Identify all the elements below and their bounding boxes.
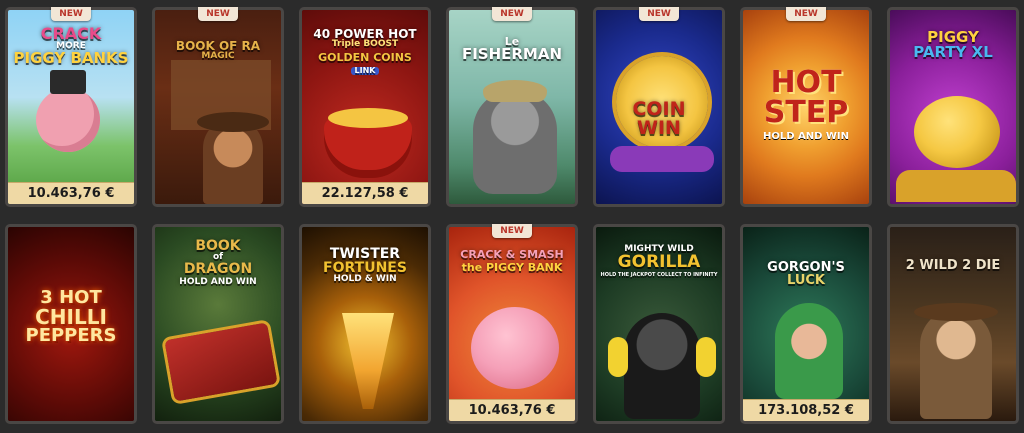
pig-character-illustration (36, 88, 100, 152)
game-title: CRACK MORE PIGGY BANKS (12, 26, 130, 66)
game-title-line: CRACK & SMASH (460, 248, 564, 261)
gorilla-character-illustration (624, 313, 700, 419)
game-title-line: CHILLI (35, 305, 107, 329)
new-badge: NEW (492, 224, 532, 238)
game-tile-mighty-wild-gorilla[interactable]: MIGHTY WILD GORILLA HOLD THE JACKPOT COL… (593, 224, 725, 424)
pink-piggy-bank-illustration (471, 307, 559, 389)
game-title-line: GOLDEN COINS (318, 51, 412, 64)
golden-tornado-illustration (342, 313, 394, 409)
game-grid: CRACK MORE PIGGY BANKS 10.463,76 € NEW B… (0, 0, 1024, 433)
game-title-line: HOLD AND WIN (762, 131, 850, 142)
game-title: TWISTER FORTUNES HOLD & WIN (306, 247, 424, 284)
game-title: 3 HOT CHILLI PEPPERS (12, 289, 130, 345)
game-title-line: HOLD & WIN (333, 274, 397, 284)
game-title-line: CRACK (40, 24, 102, 43)
game-title: 40 POWER HOT Triple BOOST GOLDEN COINS L… (306, 28, 424, 75)
fisherman-hat-illustration (483, 80, 547, 102)
game-tile-2-wild-2-die[interactable]: 2 WILD 2 DIE (887, 224, 1019, 424)
game-tile-coin-win[interactable]: COIN WIN (593, 7, 725, 207)
game-title: CRACK & SMASH the PIGGY BANK (453, 249, 571, 273)
game-title-line: TWISTER (329, 246, 401, 262)
purple-grapes-illustration (610, 146, 714, 172)
game-title: BOOK of DRAGON HOLD AND WIN (159, 239, 277, 287)
top-hat-illustration (50, 70, 86, 94)
game-title: 2 WILD 2 DIE (894, 259, 1012, 272)
game-title-line: HOLD THE JACKPOT COLLECT TO INFINITY (600, 272, 718, 278)
new-badge: NEW (198, 7, 238, 21)
banana-illustration (608, 337, 628, 377)
game-tile-3-hot-chilli-peppers[interactable]: 3 HOT CHILLI PEPPERS (5, 224, 137, 424)
gorgon-character-illustration (775, 303, 843, 399)
game-title-line: 2 WILD 2 DIE (905, 258, 1001, 273)
game-title-line: WIN (637, 117, 681, 139)
jackpot-amount: 22.127,58 € (302, 182, 428, 204)
game-artwork (890, 227, 1016, 421)
game-tile-book-of-dragon[interactable]: BOOK of DRAGON HOLD AND WIN (152, 224, 284, 424)
gold-coins-illustration (896, 170, 1016, 202)
game-title: GORGON'S LUCK (747, 261, 865, 287)
game-title: PIGGY PARTY XL (894, 30, 1012, 60)
gold-coins-illustration (328, 108, 408, 128)
game-title: MIGHTY WILD GORILLA HOLD THE JACKPOT COL… (600, 245, 718, 278)
game-title-line: the PIGGY BANK (461, 261, 563, 274)
fedora-hat-illustration (197, 112, 269, 132)
game-title: Le FISHERMAN (453, 36, 571, 62)
jackpot-amount: 173.108,52 € (743, 399, 869, 421)
banana-illustration (696, 337, 716, 377)
game-title-line: PEPPERS (25, 325, 117, 346)
game-title-line: GORILLA (617, 252, 701, 272)
game-tile-crack-more-piggy-banks[interactable]: CRACK MORE PIGGY BANKS 10.463,76 € (5, 7, 137, 207)
game-title-line: Triple BOOST (331, 39, 399, 49)
new-badge: NEW (639, 7, 679, 21)
game-tile-piggy-party-xl[interactable]: PIGGY PARTY XL (887, 7, 1019, 207)
game-artwork (743, 227, 869, 421)
game-title-line: STEP (763, 95, 849, 130)
new-badge: NEW (51, 7, 91, 21)
game-title-line: MAGIC (201, 51, 235, 61)
game-title-line: HOLD AND WIN (179, 277, 257, 287)
game-tile-hot-step[interactable]: HOT STEP HOLD AND WIN (740, 7, 872, 207)
game-title-line: DRAGON (183, 261, 253, 277)
cowgirl-character-illustration (920, 309, 992, 419)
jackpot-amount: 10.463,76 € (449, 399, 575, 421)
game-tile-40-power-hot[interactable]: 40 POWER HOT Triple BOOST GOLDEN COINS L… (299, 7, 431, 207)
game-title-line: PARTY XL (913, 43, 993, 61)
raccoon-character-illustration (473, 90, 557, 194)
golden-piggy-bank-illustration (914, 96, 1000, 168)
game-tile-crack-and-smash-the-piggy-bank[interactable]: CRACK & SMASH the PIGGY BANK 10.463,76 € (446, 224, 578, 424)
game-title-line: BOOK (195, 238, 241, 254)
game-title-line: FORTUNES (323, 260, 407, 276)
game-tile-twister-fortunes[interactable]: TWISTER FORTUNES HOLD & WIN (299, 224, 431, 424)
game-title: HOT STEP HOLD AND WIN (747, 68, 865, 142)
new-badge: NEW (786, 7, 826, 21)
game-title-line: LINK (350, 67, 380, 75)
game-title-line: FISHERMAN (461, 45, 563, 63)
game-title: BOOK OF RA MAGIC (159, 40, 277, 61)
game-title: COIN WIN (600, 100, 718, 138)
new-badge: NEW (492, 7, 532, 21)
game-tile-gorgons-luck[interactable]: GORGON'S LUCK 173.108,52 € (740, 224, 872, 424)
game-title-line: PIGGY BANKS (13, 49, 129, 67)
jackpot-amount: 10.463,76 € (8, 182, 134, 204)
game-title-line: LUCK (787, 273, 825, 288)
game-tile-book-of-ra-magic[interactable]: BOOK OF RA MAGIC (152, 7, 284, 207)
red-book-illustration (164, 322, 278, 402)
cowboy-hat-illustration (914, 303, 998, 321)
game-title-line: HOT (770, 65, 842, 100)
game-tile-le-fisherman[interactable]: Le FISHERMAN (446, 7, 578, 207)
